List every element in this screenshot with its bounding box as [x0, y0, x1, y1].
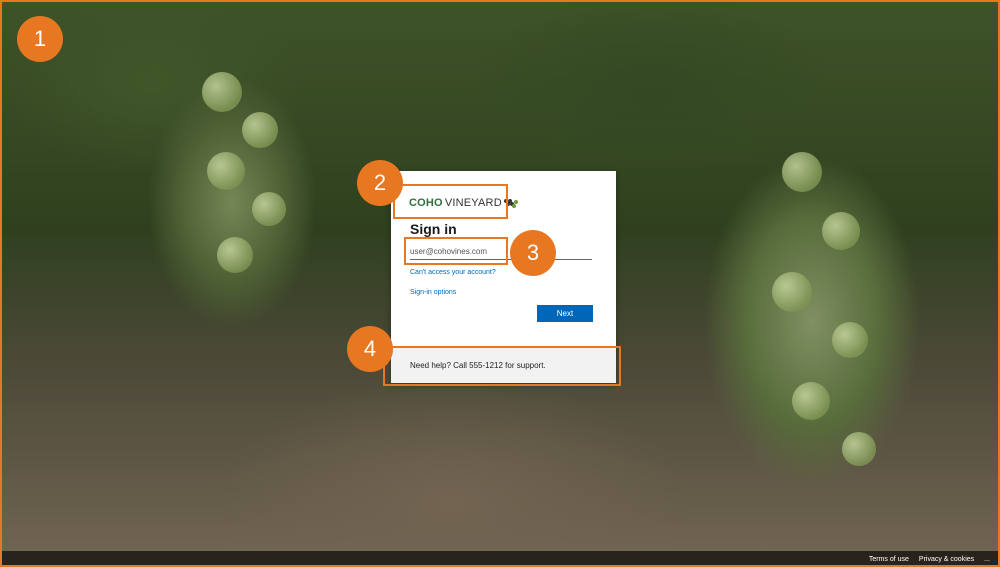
callout-box-email [404, 237, 508, 265]
cant-access-link[interactable]: Can't access your account? [410, 269, 496, 276]
callout-box-help [383, 346, 621, 386]
footer-links: Terms of use Privacy & cookies ... [869, 556, 990, 563]
grape-decor [252, 192, 286, 226]
privacy-link[interactable]: Privacy & cookies [919, 556, 974, 563]
callout-badge-2: 2 [357, 160, 403, 206]
next-button[interactable]: Next [537, 305, 593, 322]
footer-bar: Terms of use Privacy & cookies ... [2, 551, 998, 565]
callout-badge-1: 1 [17, 16, 63, 62]
grape-decor [242, 112, 278, 148]
signin-title: Sign in [410, 221, 457, 237]
callout-badge-4: 4 [347, 326, 393, 372]
grape-decor [842, 432, 876, 466]
grape-decor [217, 237, 253, 273]
grape-decor [832, 322, 868, 358]
signin-screen-frame: COHO VINEYARD Sign in Can't access your … [0, 0, 1000, 567]
grape-decor [792, 382, 830, 420]
callout-badge-3: 3 [510, 230, 556, 276]
callout-box-logo [393, 184, 508, 219]
signin-options-link[interactable]: Sign-in options [410, 289, 456, 296]
terms-link[interactable]: Terms of use [869, 556, 909, 563]
grape-decor [202, 72, 242, 112]
grape-decor [782, 152, 822, 192]
grape-decor [822, 212, 860, 250]
more-options-icon[interactable]: ... [984, 556, 990, 563]
grape-decor [207, 152, 245, 190]
grape-decor [772, 272, 812, 312]
